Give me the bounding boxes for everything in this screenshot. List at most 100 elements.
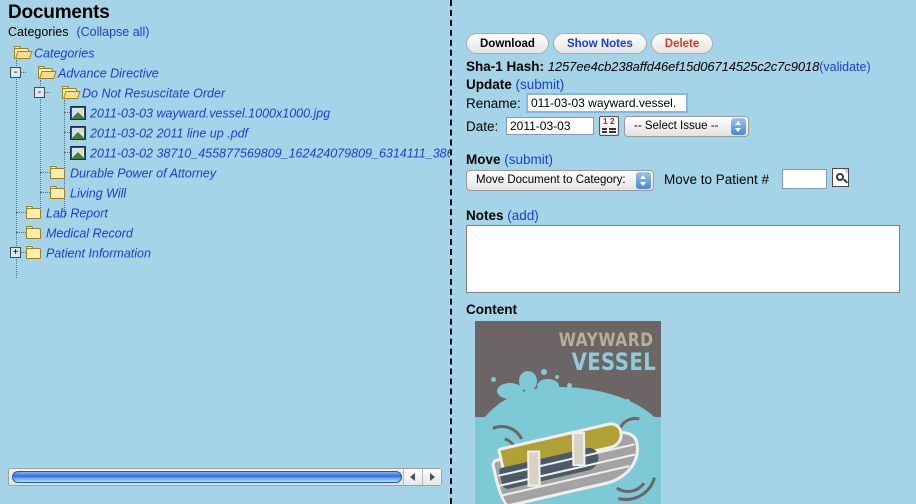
folder-open-icon [14, 46, 33, 60]
update-title: Update [466, 77, 512, 92]
download-button[interactable]: Download [466, 33, 549, 54]
move-submit-link[interactable]: (submit) [504, 152, 553, 167]
image-file-icon [70, 126, 86, 140]
folder-closed-icon [50, 166, 67, 180]
move-category-select[interactable]: Move Document to Category: [466, 170, 654, 191]
documents-left-panel: Documents Categories (Collapse all) - - +… [0, 0, 450, 504]
tree-toggle-advance-directive[interactable]: - [10, 67, 21, 78]
scroll-right-button[interactable] [422, 469, 441, 485]
artwork-spray-dot [625, 399, 630, 404]
artwork-title-line2: VESSEL [571, 348, 656, 376]
tree-item-label: 2011-03-02 2011 line up .pdf [90, 126, 248, 141]
tree-item-durable-power-of-attorney[interactable]: Durable Power of Attorney [50, 163, 216, 183]
folder-open-icon [62, 86, 81, 100]
move-title: Move [466, 152, 501, 167]
tree-item-label: Do Not Resuscitate Order [82, 86, 226, 101]
artwork-title-line1: WAYWARD [558, 329, 653, 351]
tree-item-document-1[interactable]: 2011-03-03 wayward.vessel.1000x1000.jpg [70, 103, 330, 123]
tree-item-document-3[interactable]: 2011-03-02 38710_455877569809_1624240798… [70, 143, 450, 163]
tree-line [16, 212, 26, 213]
tree-item-label: Medical Record [46, 226, 133, 241]
validate-link[interactable]: (validate) [819, 60, 870, 74]
action-button-row: Download Show Notes Delete [466, 33, 714, 54]
folder-open-icon [38, 66, 57, 80]
tree-line [16, 60, 17, 278]
document-detail-panel: Download Show Notes Delete Sha-1 Hash: 125… [466, 0, 916, 504]
document-search-icon[interactable] [832, 168, 849, 187]
move-patient-input[interactable] [782, 169, 827, 189]
tree-item-label: Durable Power of Attorney [70, 166, 217, 181]
tree-item-label: Patient Information [46, 246, 151, 261]
tree-item-label: 2011-03-02 38710_455877569809_1624240798… [90, 146, 450, 161]
breadcrumb-categories: Categories [8, 25, 69, 39]
sha1-hash-row: Sha-1 Hash: 1257ee4cb238affd46ef15d06714… [466, 59, 871, 74]
artwork-spray [537, 379, 559, 393]
update-submit-link[interactable]: (submit) [516, 77, 565, 92]
tree-item-advance-directive[interactable]: Advance Directive [38, 63, 159, 83]
show-notes-button[interactable]: Show Notes [552, 33, 647, 54]
horizontal-scrollbar[interactable] [8, 468, 442, 486]
artwork-spray-dot [541, 369, 547, 375]
tree-item-label: 2011-03-03 wayward.vessel.1000x1000.jpg [90, 106, 331, 121]
update-section-header: Update (submit) [466, 77, 564, 92]
folder-closed-icon [50, 186, 67, 200]
move-category-value: Move Document to Category: [476, 174, 626, 186]
collapse-all-link[interactable]: (Collapse all) [76, 25, 149, 39]
rename-label: Rename: [466, 96, 521, 111]
artwork-spray-dot [555, 375, 559, 379]
sha1-label: Sha-1 Hash: [466, 59, 545, 74]
delete-button[interactable]: Delete [650, 33, 714, 54]
move-patient-label: Move to Patient # [664, 172, 770, 187]
artwork-boat-seat [527, 450, 541, 487]
tree-item-categories[interactable]: Categories [14, 43, 94, 63]
tree-item-label: Categories [34, 46, 95, 61]
issue-select[interactable]: -- Select Issue -- [624, 116, 749, 137]
panel-divider [450, 0, 452, 504]
tree-item-lab-report[interactable]: Lab Report [26, 203, 108, 223]
tree-item-label: Advance Directive [58, 66, 159, 81]
artwork-spray-dot [491, 377, 496, 382]
move-section-header: Move (submit) [466, 152, 553, 167]
category-tree: - - + Categories Advance Directive Do No… [0, 42, 450, 452]
scroll-left-button[interactable] [403, 469, 422, 485]
chevron-updown-icon [636, 172, 651, 189]
notes-section-header: Notes (add) [466, 208, 539, 223]
tree-line [40, 192, 50, 193]
image-file-icon [70, 146, 86, 160]
rename-input[interactable] [526, 93, 688, 113]
calendar-digit-1: 1 [603, 117, 608, 126]
sha1-value: 1257ee4cb238affd46ef15d06714525c2c7c9018 [547, 59, 820, 74]
artwork-spray [519, 371, 537, 391]
tree-item-label: Living Will [70, 186, 127, 201]
artwork-boat-seat [571, 431, 586, 467]
tree-toggle-dnr[interactable]: - [34, 87, 45, 98]
tree-toggle-patient-information[interactable]: + [10, 247, 21, 258]
folder-closed-icon [26, 206, 43, 220]
tree-item-label: Lab Report [46, 206, 108, 221]
date-input[interactable] [506, 117, 594, 135]
artwork-spray-dot [567, 383, 572, 388]
content-section-header: Content [466, 302, 517, 317]
page-title: Documents [8, 2, 110, 23]
image-file-icon [70, 106, 86, 120]
tree-item-medical-record[interactable]: Medical Record [26, 223, 133, 243]
tree-item-patient-information[interactable]: Patient Information [26, 243, 151, 263]
date-label: Date: [466, 119, 499, 134]
tree-item-document-2[interactable]: 2011-03-02 2011 line up .pdf [70, 123, 248, 143]
tree-item-living-will[interactable]: Living Will [50, 183, 126, 203]
issue-select-value: -- Select Issue -- [634, 120, 719, 132]
tree-item-do-not-resuscitate-order[interactable]: Do Not Resuscitate Order [62, 83, 225, 103]
calendar-digit-2: 2 [610, 117, 615, 126]
breadcrumb: Categories (Collapse all) [8, 25, 149, 39]
tree-line [16, 232, 26, 233]
notes-textarea[interactable] [466, 225, 900, 293]
folder-closed-icon [26, 226, 43, 240]
tree-line [40, 172, 50, 173]
tree-line [40, 80, 41, 218]
chevron-updown-icon [731, 118, 746, 135]
notes-add-link[interactable]: (add) [507, 208, 539, 223]
document-preview-image[interactable]: WAYWARD VESSEL [475, 321, 661, 504]
notes-title: Notes [466, 208, 504, 223]
calendar-icon[interactable]: 1 2 [599, 116, 619, 136]
scrollbar-thumb[interactable] [12, 471, 402, 483]
